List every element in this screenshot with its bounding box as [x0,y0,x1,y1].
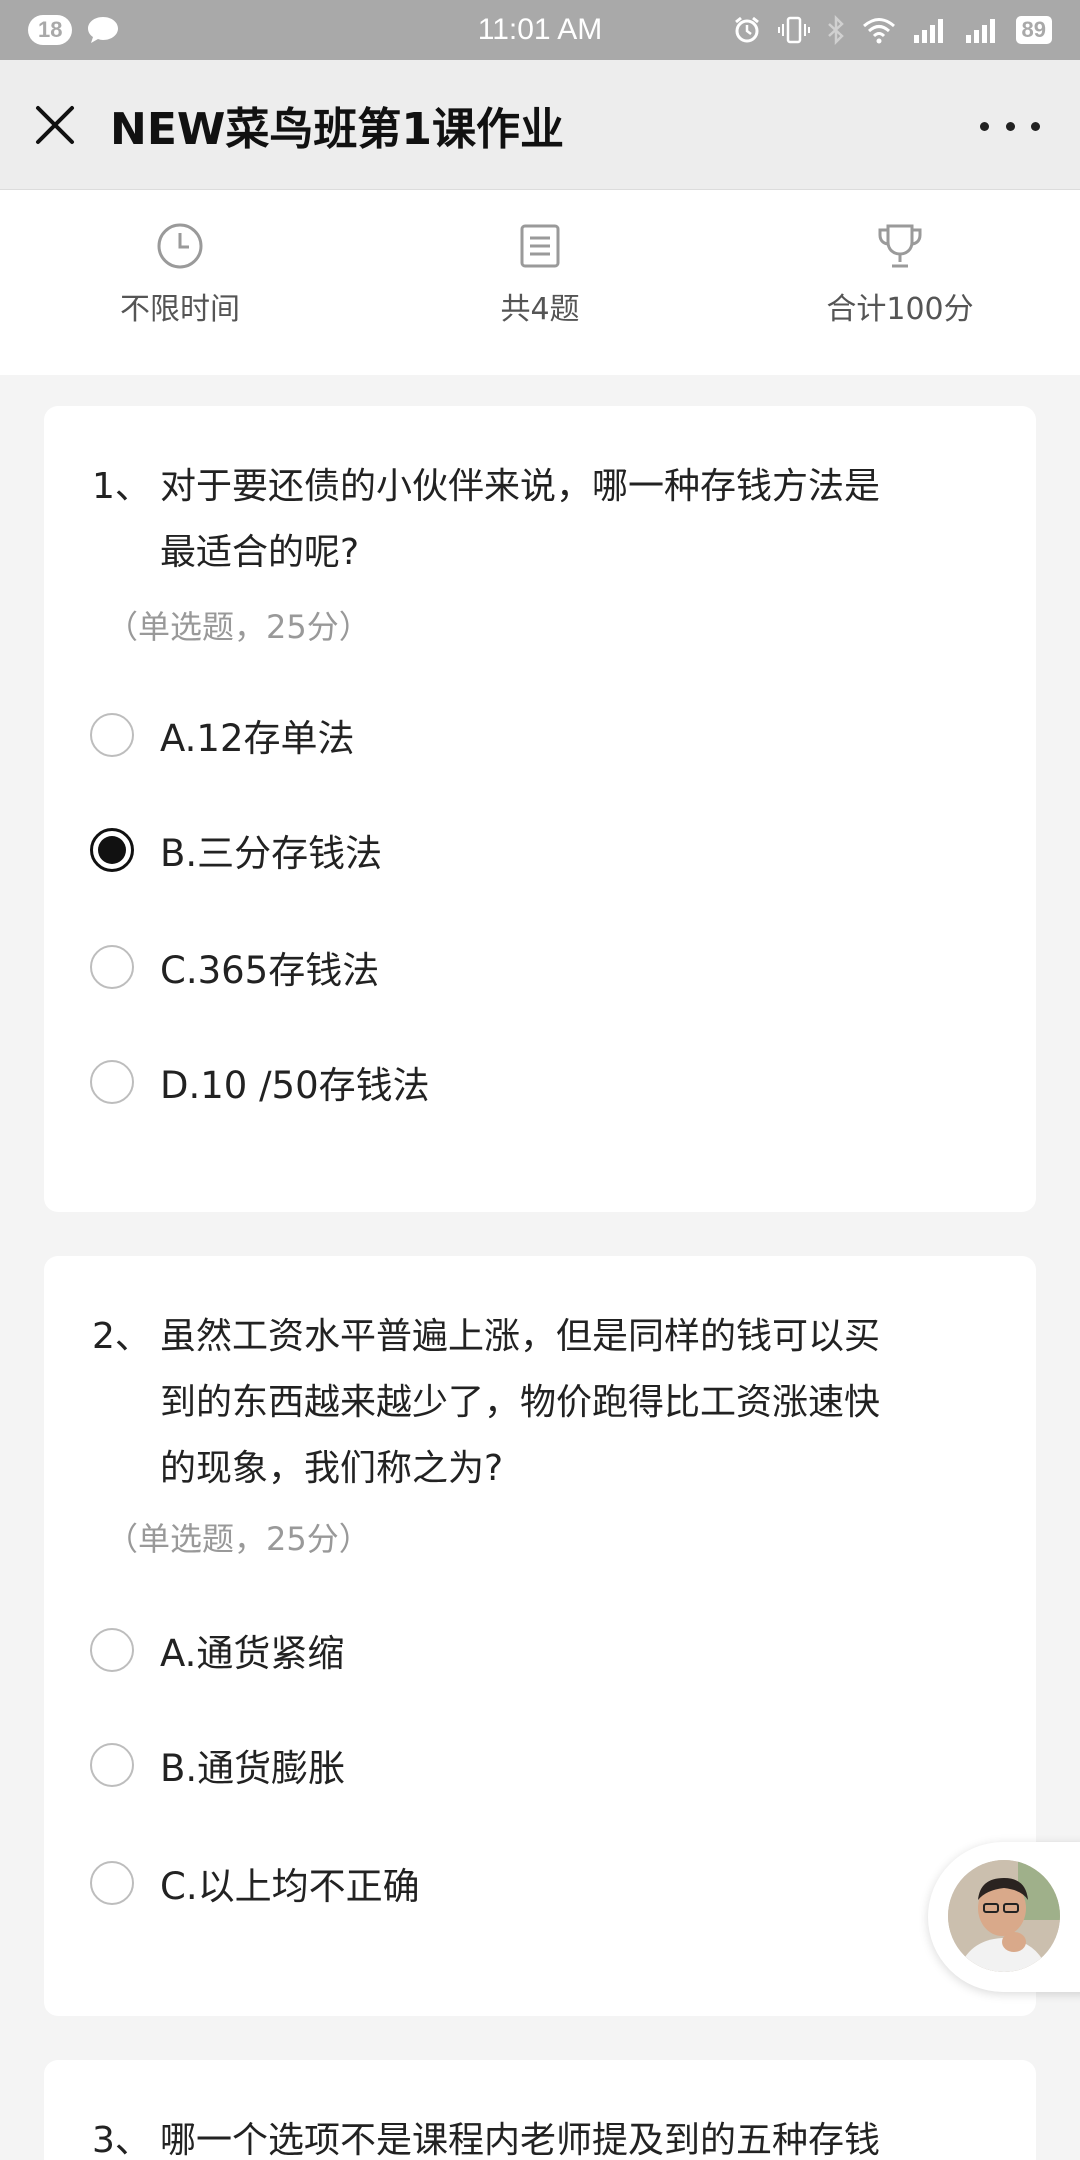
teacher-avatar [948,1860,1060,1972]
option-d[interactable]: D.10 /50存钱法 [90,1047,430,1117]
option-label: A.通货紧缩 [160,1632,345,1675]
question-text-line: 最适合的呢? [160,532,360,573]
battery-level: 89 [1015,16,1052,44]
option-b[interactable]: B.通货膨胀 [90,1730,345,1800]
question-text-line: 虽然工资水平普遍上涨，但是同样的钱可以买 [160,1316,881,1357]
option-b[interactable]: B.三分存钱法 [90,815,382,885]
more-options-button[interactable] [980,106,1040,146]
option-label: B.通货膨胀 [160,1747,346,1790]
title-bar: NEW菜鸟班第1课作业 [0,60,1080,190]
question-card-3: 3、 哪一个选项不是课程内老师提及到的五种存钱 [44,2060,1036,2160]
question-card-1: 1、 对于要还债的小伙伴来说，哪一种存钱方法是 最适合的呢? （单选题，25分）… [44,406,1036,1212]
signal-2-icon [965,19,995,43]
question-number: 2、 [92,1316,151,1357]
more-dot-icon [980,121,989,131]
radio-button[interactable] [90,1628,134,1672]
question-text-line: 对于要还债的小伙伴来说，哪一种存钱方法是 [160,466,881,507]
option-c[interactable]: C.365存钱法 [90,932,379,1002]
question-count-label: 共4题 [500,292,580,327]
vibrate-icon [777,16,810,44]
option-label: C.以上均不正确 [160,1865,420,1908]
option-a[interactable]: A.通货紧缩 [90,1615,344,1685]
status-bar: 18 11:01 AM 89 [0,0,1080,60]
notification-count-badge: 18 [28,15,73,45]
radio-button[interactable] [90,945,134,989]
question-title: 1、 对于要还债的小伙伴来说，哪一种存钱方法是 最适合的呢? [92,454,984,586]
total-score-item: 合计100分 [720,190,1080,375]
more-dot-icon [1005,121,1015,131]
question-type-score: （单选题，25分） [106,1520,371,1558]
document-icon [520,224,560,268]
total-score-label: 合计100分 [826,292,974,327]
close-icon [36,105,74,144]
trophy-icon [878,224,922,268]
page-title: NEW菜鸟班第1课作业 [110,103,565,155]
option-label: B.三分存钱法 [160,832,383,875]
question-type-score: （单选题，25分） [106,608,371,646]
time-limit-item: 不限时间 [0,190,360,375]
option-label: D.10 /50存钱法 [160,1064,430,1107]
question-card-2: 2、 虽然工资水平普遍上涨，但是同样的钱可以买 到的东西越来越少了，物价跑得比工… [44,1256,1036,2016]
question-number: 1、 [92,466,151,507]
teacher-photo-icon [948,1860,1060,1972]
chat-bubble-icon [88,17,119,43]
option-c[interactable]: C.以上均不正确 [90,1848,420,1918]
floating-teacher-button[interactable] [928,1842,1080,1992]
radio-button[interactable] [90,713,134,757]
close-button[interactable] [0,60,110,190]
question-text-line: 哪一个选项不是课程内老师提及到的五种存钱 [160,2120,881,2160]
option-label: A.12存单法 [160,717,355,760]
question-text-line: 到的东西越来越少了，物价跑得比工资涨速快 [160,1382,881,1423]
radio-button-selected[interactable] [90,828,134,872]
assignment-info: 不限时间 共4题 合计100分 [0,190,1080,375]
bluetooth-icon [827,15,844,45]
question-title: 2、 虽然工资水平普遍上涨，但是同样的钱可以买 到的东西越来越少了，物价跑得比工… [92,1304,984,1502]
time-limit-label: 不限时间 [120,292,240,327]
question-text-line: 的现象，我们称之为? [160,1448,504,1489]
status-right: 89 [732,15,1052,45]
status-left: 18 [28,15,120,45]
clock-icon [157,223,203,269]
radio-button[interactable] [90,1743,134,1787]
option-label: C.365存钱法 [160,949,380,992]
more-dot-icon [1031,121,1040,131]
wifi-icon [862,18,895,44]
signal-1-icon [913,19,943,43]
alarm-icon [734,16,759,43]
option-a[interactable]: A.12存单法 [90,700,355,770]
question-title: 3、 哪一个选项不是课程内老师提及到的五种存钱 [92,2108,984,2160]
radio-button[interactable] [90,1060,134,1104]
question-number: 3、 [92,2120,151,2160]
radio-button[interactable] [90,1861,134,1905]
question-count-item: 共4题 [360,190,720,375]
